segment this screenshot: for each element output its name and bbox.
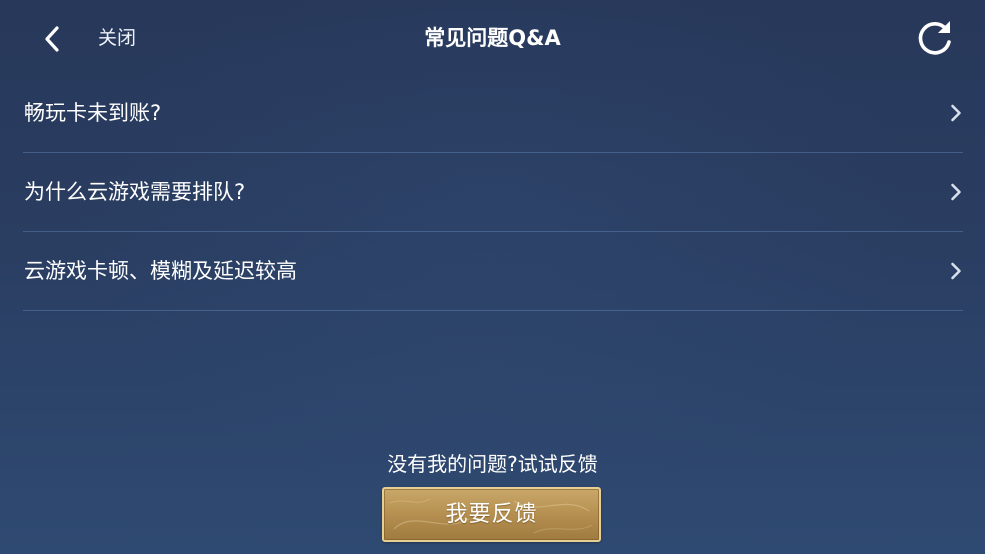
close-button[interactable]: 关闭	[98, 25, 136, 51]
chevron-right-icon	[949, 181, 963, 203]
refresh-icon	[918, 21, 951, 55]
page-title: 常见问题Q&A	[424, 26, 561, 50]
feedback-button[interactable]: 我要反馈	[382, 487, 601, 542]
refresh-button[interactable]	[912, 15, 958, 61]
chevron-right-icon	[949, 102, 963, 124]
faq-item[interactable]: 畅玩卡未到账?	[23, 74, 963, 153]
faq-item-label: 云游戏卡顿、模糊及延迟较高	[24, 259, 297, 283]
top-bar: 关闭 常见问题Q&A	[0, 0, 985, 76]
chevron-left-icon	[45, 26, 59, 52]
faq-item-label: 为什么云游戏需要排队?	[24, 180, 246, 204]
back-button[interactable]	[34, 22, 70, 56]
faq-list: 畅玩卡未到账? 为什么云游戏需要排队? 云游戏卡顿、模糊及延迟较高	[23, 74, 963, 311]
chevron-right-icon	[949, 260, 963, 282]
faq-item[interactable]: 为什么云游戏需要排队?	[23, 153, 963, 232]
faq-item[interactable]: 云游戏卡顿、模糊及延迟较高	[23, 232, 963, 311]
faq-item-label: 畅玩卡未到账?	[24, 101, 162, 125]
no-question-prompt: 没有我的问题?试试反馈	[387, 452, 598, 476]
feedback-button-label: 我要反馈	[445, 501, 538, 527]
